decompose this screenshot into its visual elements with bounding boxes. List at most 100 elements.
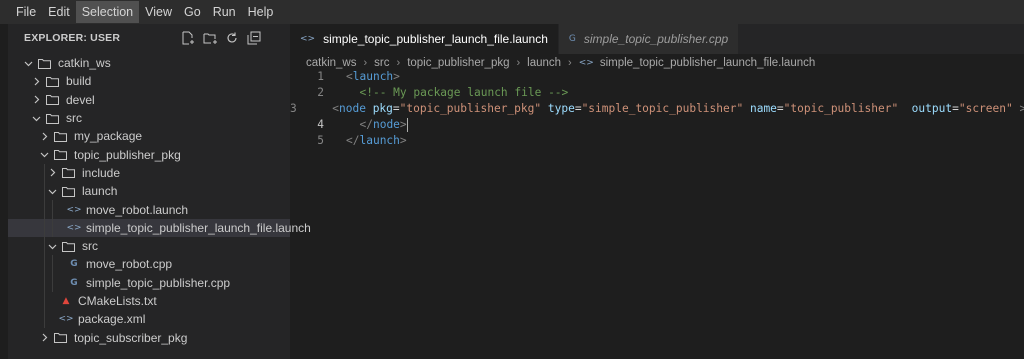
chevron-right-icon[interactable] — [30, 75, 42, 87]
breadcrumb-item-simple-topic-publisher-launch-file-launch[interactable]: simple_topic_publisher_launch_file.launc… — [600, 57, 815, 69]
menu-help[interactable]: Help — [242, 1, 280, 23]
tree-item-label: catkin_ws — [58, 56, 111, 71]
explorer-title: EXPLORER: USER — [24, 32, 121, 44]
indent-guide — [44, 255, 45, 274]
tree-item-label: topic_subscriber_pkg — [74, 330, 188, 345]
file-cmakelists-txt[interactable]: ▲ CMakeLists.txt — [8, 291, 290, 311]
xml-file-icon: <> — [578, 58, 594, 68]
breadcrumb-item-src[interactable]: src — [374, 57, 389, 69]
tree-item-label: devel — [66, 92, 95, 107]
chevron-right-icon[interactable] — [30, 94, 42, 106]
indent-guide — [44, 291, 45, 311]
menu-run[interactable]: Run — [207, 1, 242, 23]
file-move-robot-cpp[interactable]: Gmove_robot.cpp — [8, 255, 290, 274]
code-token: "topic_publisher_pkg" — [399, 102, 542, 115]
code-token: < — [346, 70, 353, 83]
folder-include[interactable]: include — [8, 163, 290, 183]
folder-catkin-ws[interactable]: catkin_ws — [8, 54, 290, 72]
code-line[interactable]: 4 </node> — [290, 117, 1024, 133]
refresh-icon[interactable] — [224, 31, 240, 45]
chevron-down-icon[interactable] — [46, 185, 58, 197]
file-tree: catkin_ws build devel src my_package topic_pu… — [8, 54, 311, 347]
tab-simple-topic-publisher-cpp[interactable]: Gsimple_topic_publisher.cpp — [557, 24, 739, 54]
line-source: <launch> — [324, 69, 400, 85]
code-editor[interactable]: 1 <launch> 2 <!-- My package launch file -… — [290, 69, 1024, 359]
folder-devel[interactable]: devel — [8, 91, 290, 109]
folder-icon — [54, 131, 67, 142]
xml-file-icon: <> — [66, 222, 82, 233]
new-folder-icon[interactable] — [202, 31, 218, 45]
code-token: = — [574, 102, 582, 115]
folder-src[interactable]: src — [8, 236, 290, 256]
indent-guide — [52, 273, 53, 292]
breadcrumb-separator-icon: › — [568, 57, 572, 69]
folder-icon — [46, 94, 59, 106]
indent-guide — [44, 310, 45, 329]
indent-guide — [52, 255, 53, 274]
folder-icon — [62, 186, 75, 197]
menu-file[interactable]: File — [10, 1, 42, 23]
code-token: "screen" — [958, 102, 1013, 115]
tree-item-label: simple_topic_publisher.cpp — [86, 275, 231, 290]
code-token: = — [952, 102, 959, 115]
line-number: 1 — [317, 70, 324, 83]
breadcrumb-separator-icon: › — [396, 57, 401, 69]
folder-my-package[interactable]: my_package — [8, 127, 290, 145]
chevron-right-icon[interactable] — [38, 130, 50, 142]
line-number: 5 — [317, 134, 324, 147]
chevron-right-icon[interactable] — [38, 332, 50, 344]
folder-build[interactable]: build — [8, 72, 290, 90]
chevron-right-icon[interactable] — [46, 167, 58, 179]
menu-selection[interactable]: Selection — [75, 1, 140, 23]
chevron-down-icon[interactable] — [38, 149, 50, 161]
code-token: "topic_publisher" — [783, 102, 899, 115]
tree-item-label: my_package — [74, 129, 143, 144]
chevron-down-icon[interactable] — [30, 112, 42, 124]
code-token: launch — [359, 134, 400, 147]
tree-item-label: topic_publisher_pkg — [74, 147, 181, 162]
tree-item-label: simple_topic_publisher_launch_file.launc… — [86, 220, 311, 235]
folder-icon — [46, 76, 59, 87]
folder-topic-publisher-pkg[interactable]: topic_publisher_pkg — [8, 145, 290, 163]
folder-icon — [46, 113, 59, 124]
file-simple-topic-publisher-launch-file-launch[interactable]: <> simple_topic_publisher_launch_file.lau… — [8, 218, 311, 237]
chevron-down-icon[interactable] — [22, 57, 34, 69]
tab-simple-topic-publisher-launch-file-launch[interactable]: <> simple_topic_publisher_launch_file.lau… — [290, 24, 558, 54]
file-package-xml[interactable]: <> package.xml — [8, 310, 290, 329]
code-token: = — [776, 102, 784, 115]
tab-label: simple_topic_publisher_launch_file.launc… — [323, 32, 548, 46]
menu-edit[interactable]: Edit — [42, 1, 76, 23]
xml-icon: <> — [300, 34, 316, 44]
collapse-all-icon[interactable] — [246, 31, 262, 45]
tree-item-label: src — [66, 111, 82, 126]
menu-go[interactable]: Go — [178, 1, 207, 23]
new-file-icon[interactable] — [180, 31, 196, 45]
file-move-robot-launch[interactable]: <> move_robot.launch — [8, 200, 290, 219]
folder-icon — [54, 332, 67, 344]
code-token: type — [547, 102, 575, 115]
code-line[interactable]: 5 </launch> — [290, 133, 1024, 149]
code-line[interactable]: 1 <launch> — [290, 69, 1024, 85]
code-token: > — [399, 134, 407, 147]
file-simple-topic-publisher-cpp[interactable]: Gsimple_topic_publisher.cpp — [8, 273, 290, 292]
tree-item-label: package.xml — [78, 312, 146, 327]
folder-topic-subscriber-pkg[interactable]: topic_subscriber_pkg — [8, 328, 290, 346]
folder-launch[interactable]: launch — [8, 182, 290, 201]
menu-view[interactable]: View — [139, 1, 178, 23]
line-number: 4 — [317, 118, 324, 131]
folder-src[interactable]: src — [8, 109, 290, 127]
chevron-down-icon[interactable] — [46, 240, 58, 252]
code-token: < — [332, 102, 339, 115]
breadcrumb-item-catkin-ws[interactable]: catkin_ws — [306, 57, 357, 69]
code-token: "simple_topic_publisher" — [581, 102, 744, 115]
code-line[interactable]: 3 <node pkg="topic_publisher_pkg" type="… — [290, 101, 1024, 117]
text-cursor — [406, 118, 408, 132]
breadcrumb-item-launch[interactable]: launch — [527, 57, 561, 69]
code-token: launch — [352, 70, 394, 83]
indent-guide — [52, 218, 53, 237]
code-line[interactable]: 2 <!-- My package launch file --> — [290, 85, 1024, 101]
indent-guide — [44, 236, 45, 256]
breadcrumb-item-topic-publisher-pkg[interactable]: topic_publisher_pkg — [407, 57, 509, 69]
